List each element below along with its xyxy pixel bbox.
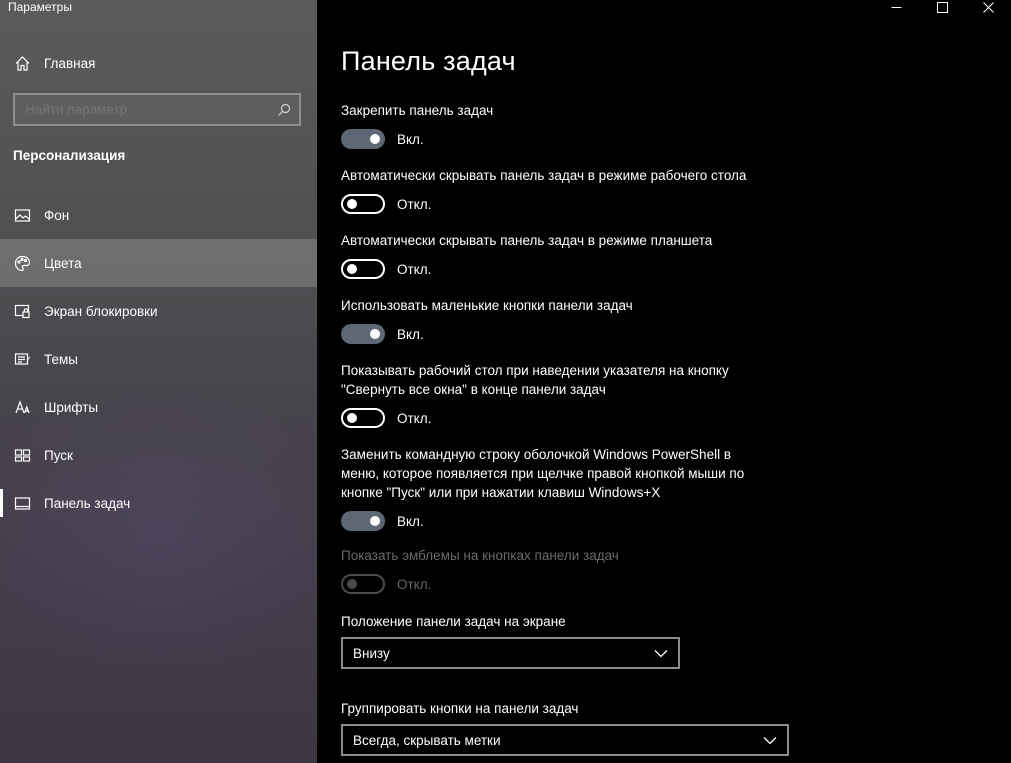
autohide-tablet-toggle[interactable] [341,259,385,279]
powershell-toggle[interactable] [341,511,385,531]
grouping-dropdown[interactable]: Всегда, скрывать метки [341,724,789,756]
toggle-state-label: Откл. [397,196,432,212]
brush-icon [0,351,44,368]
section-title: Персонализация [13,148,126,163]
maximize-button[interactable] [919,0,965,14]
chevron-down-icon [654,649,668,658]
toggle-state-label: Вкл. [397,326,424,342]
sidebar-item-label: Фон [44,207,70,223]
lock-taskbar-toggle[interactable] [341,129,385,149]
toggle-state-label: Вкл. [397,131,424,147]
toggle-knob [347,199,357,209]
autohide-desktop-toggle[interactable] [341,194,385,214]
sidebar-item-taskbar[interactable]: Панель задач [0,479,317,527]
toggle-state-label: Вкл. [397,513,424,529]
small-buttons-toggle[interactable] [341,324,385,344]
setting-small-buttons: Использовать маленькие кнопки панели зад… [341,296,801,344]
sidebar-item-fonts[interactable]: Шрифты [0,383,317,431]
setting-position: Положение панели задач на экране [341,612,801,631]
setting-label-line: Показывать рабочий стол при наведении ук… [341,363,729,378]
setting-label: Заменить командную строку оболочкой Wind… [341,445,801,502]
setting-powershell: Заменить командную строку оболочкой Wind… [341,445,801,531]
sidebar-item-start[interactable]: Пуск [0,431,317,479]
selection-indicator [0,489,3,517]
setting-badges: Показать эмблемы на кнопках панели задач… [341,546,801,594]
sidebar-item-lock-screen[interactable]: Экран блокировки [0,287,317,335]
setting-peek-desktop: Показывать рабочий стол при наведении ук… [341,361,801,428]
dropdown-value: Всегда, скрывать метки [353,732,501,748]
lock-screen-icon [0,303,44,320]
badges-toggle [341,574,385,594]
taskbar-icon [0,495,44,512]
setting-label-line: меню, которое появляется при щелчке прав… [341,466,745,481]
setting-label: Закрепить панель задач [341,103,494,118]
setting-label: Положение панели задач на экране [341,614,566,629]
toggle-state-label: Откл. [397,410,432,426]
setting-autohide-tablet: Автоматически скрывать панель задач в ре… [341,231,801,279]
sidebar-item-label: Главная [44,55,96,71]
maximize-icon [936,1,948,13]
window-controls [873,0,1011,14]
setting-label: Использовать маленькие кнопки панели зад… [341,298,633,313]
sidebar-item-label: Шрифты [44,399,99,415]
toggle-knob [370,516,380,526]
setting-label: Автоматически скрывать панель задач в ре… [341,233,713,248]
sidebar-item-label: Панель задач [44,495,131,511]
toggle-knob [347,579,357,589]
palette-icon [0,255,44,272]
image-icon [0,207,44,224]
setting-label-line: Заменить командную строку оболочкой Wind… [341,447,731,462]
font-icon [0,399,44,416]
toggle-knob [370,329,380,339]
setting-label: Показать эмблемы на кнопках панели задач [341,548,619,563]
home-icon [0,55,44,72]
sidebar-item-label: Экран блокировки [44,303,158,319]
setting-label-line: "Свернуть все окна" в конце панели задач [341,382,606,397]
start-icon [0,447,44,464]
sidebar-item-label: Пуск [44,447,73,463]
setting-label: Показывать рабочий стол при наведении ук… [341,361,801,399]
sidebar-item-background[interactable]: Фон [0,191,317,239]
sidebar-item-home[interactable]: Главная [0,44,317,82]
sidebar-item-label: Темы [44,351,78,367]
sidebar-item-colors[interactable]: Цвета [0,239,317,287]
minimize-button[interactable] [873,0,919,14]
dropdown-value: Внизу [353,645,390,661]
toggle-knob [347,413,357,423]
position-dropdown[interactable]: Внизу [341,637,680,669]
toggle-state-label: Откл. [397,576,432,592]
chevron-down-icon [763,736,777,745]
setting-label-line: кнопке "Пуск" или при нажатии клавиш Win… [341,485,661,500]
minimize-icon [891,6,901,8]
setting-autohide-desktop: Автоматически скрывать панель задач в ре… [341,166,801,214]
sidebar-item-themes[interactable]: Темы [0,335,317,383]
peek-desktop-toggle[interactable] [341,408,385,428]
setting-lock-taskbar: Закрепить панель задач Вкл. [341,101,801,149]
setting-grouping: Группировать кнопки на панели задач [341,699,801,718]
search-icon[interactable] [269,103,299,117]
setting-label: Группировать кнопки на панели задач [341,701,579,716]
window-title: Параметры [8,0,72,14]
search-box[interactable] [13,93,301,126]
toggle-state-label: Откл. [397,261,432,277]
search-input[interactable] [15,102,269,117]
close-button[interactable] [965,0,1011,14]
toggle-knob [370,134,380,144]
toggle-knob [347,264,357,274]
close-icon [982,1,994,13]
setting-label: Автоматически скрывать панель задач в ре… [341,168,747,183]
sidebar: Параметры Главная Персонализация Фон Цве… [0,0,317,763]
sidebar-nav: Фон Цвета Экран блокировки Темы Шрифты П… [0,191,317,527]
sidebar-item-label: Цвета [44,255,82,271]
page-title: Панель задач [341,46,516,76]
